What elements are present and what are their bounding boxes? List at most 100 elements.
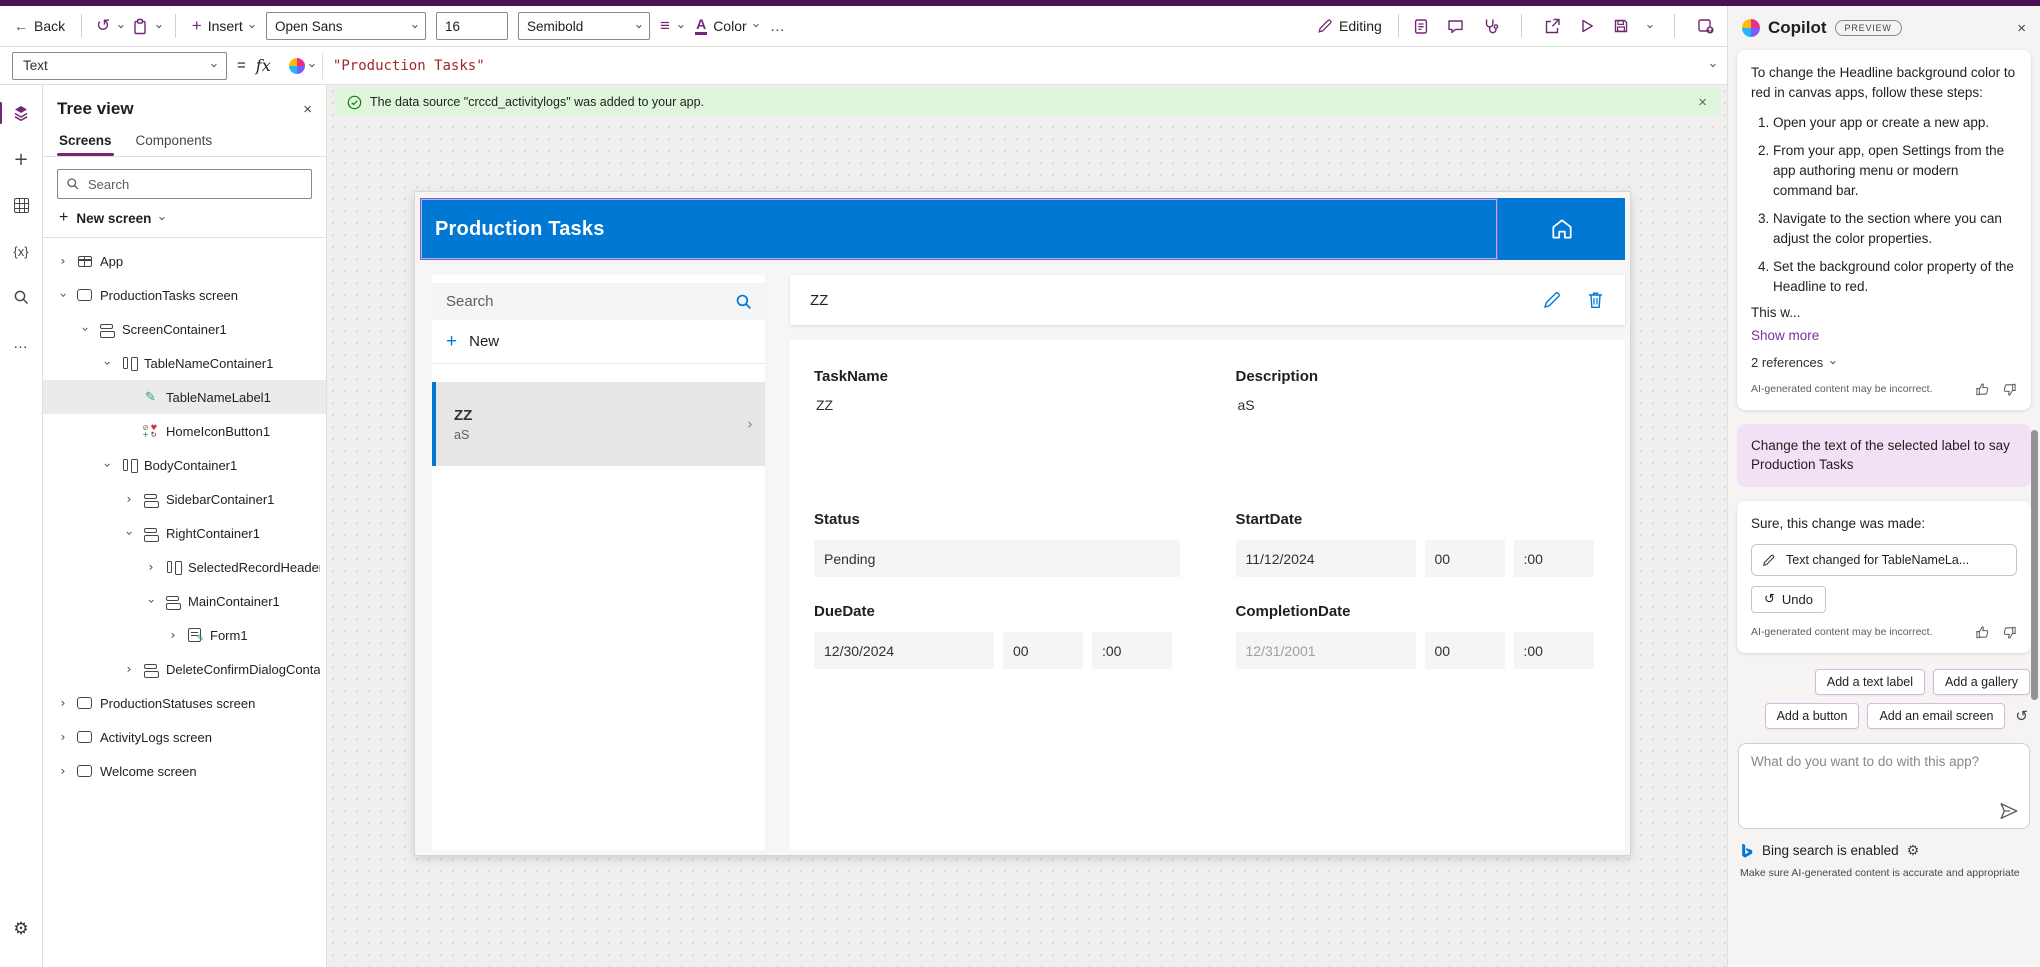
thumbs-down-icon[interactable] bbox=[2002, 625, 2017, 640]
chevron-right-icon[interactable]: › bbox=[57, 731, 69, 744]
copilot-scrollbar[interactable] bbox=[2031, 430, 2038, 700]
chevron-right-icon[interactable]: › bbox=[57, 765, 69, 778]
undo-button[interactable]: ↺ Undo bbox=[1751, 586, 1826, 613]
tree-item-app[interactable]: › App bbox=[43, 244, 326, 278]
app-checker-icon[interactable] bbox=[1413, 18, 1429, 35]
suggestion-add-gallery[interactable]: Add a gallery bbox=[1933, 669, 2030, 695]
editing-mode-button[interactable]: Editing bbox=[1315, 14, 1384, 38]
record-search-input[interactable] bbox=[444, 292, 735, 311]
references-toggle[interactable]: 2 references › bbox=[1751, 355, 2017, 370]
tree-search-input[interactable] bbox=[86, 176, 303, 193]
tree-item-maincontainer1[interactable]: › MainContainer1 bbox=[43, 584, 326, 618]
tree-item-sidebarcontainer1[interactable]: › SidebarContainer1 bbox=[43, 482, 326, 516]
tree-item-deleteconfirmdialog[interactable]: › DeleteConfirmDialogConta... bbox=[43, 652, 326, 686]
suggestion-add-email-screen[interactable]: Add an email screen bbox=[1867, 703, 2005, 729]
font-family-select[interactable]: Open Sans › bbox=[266, 12, 426, 40]
completiondate-date-input[interactable]: 12/31/2001 bbox=[1236, 632, 1416, 669]
formula-input[interactable]: "Production Tasks" bbox=[333, 58, 1700, 74]
text-alignment-icon[interactable]: ≡ bbox=[660, 16, 670, 36]
duedate-minute-input[interactable]: :00 bbox=[1092, 632, 1172, 669]
chevron-down-icon[interactable]: › bbox=[101, 459, 114, 471]
tree-item-form1[interactable]: › ✎ Form1 bbox=[43, 618, 326, 652]
publish-icon[interactable] bbox=[1697, 18, 1715, 35]
home-button[interactable] bbox=[1498, 198, 1625, 260]
font-size-input[interactable]: 16 bbox=[436, 12, 508, 40]
rail-tree-view-button[interactable] bbox=[5, 97, 37, 129]
chevron-down-icon[interactable]: › bbox=[674, 23, 687, 28]
tree-item-selectedrecordheader[interactable]: › SelectedRecordHeader... bbox=[43, 550, 326, 584]
chevron-down-icon[interactable]: › bbox=[123, 527, 136, 539]
share-icon[interactable] bbox=[1544, 18, 1561, 34]
rail-insert-button[interactable]: + bbox=[5, 143, 37, 175]
chevron-right-icon[interactable]: › bbox=[57, 255, 69, 268]
rail-data-button[interactable] bbox=[5, 189, 37, 221]
record-search-box[interactable] bbox=[432, 283, 765, 320]
tree-item-homeiconbutton1[interactable]: › ⊘♥+↻ HomeIconButton1 bbox=[43, 414, 326, 448]
chevron-right-icon[interactable]: › bbox=[167, 629, 179, 642]
chevron-down-icon[interactable]: › bbox=[114, 23, 127, 28]
startdate-hour-input[interactable]: 00 bbox=[1425, 540, 1505, 577]
duedate-hour-input[interactable]: 00 bbox=[1003, 632, 1083, 669]
tree-item-productionstatuses-screen[interactable]: › ProductionStatuses screen bbox=[43, 686, 326, 720]
chevron-down-icon[interactable]: › bbox=[152, 23, 165, 28]
chevron-right-icon[interactable]: › bbox=[145, 561, 157, 574]
formula-copilot-button[interactable]: › bbox=[281, 53, 323, 79]
startdate-date-input[interactable]: 11/12/2024 bbox=[1236, 540, 1416, 577]
duedate-date-input[interactable]: 12/30/2024 bbox=[814, 632, 994, 669]
close-icon[interactable]: × bbox=[2017, 20, 2026, 37]
chevron-down-icon[interactable]: › bbox=[101, 357, 114, 369]
record-list-item[interactable]: ZZ aS › bbox=[432, 382, 765, 466]
tree-search-box[interactable] bbox=[57, 169, 312, 199]
copilot-input-box[interactable] bbox=[1738, 743, 2030, 829]
description-value[interactable]: aS bbox=[1236, 397, 1602, 441]
chevron-down-icon[interactable]: › bbox=[79, 323, 92, 335]
change-summary-button[interactable]: Text changed for TableNameLa... bbox=[1751, 544, 2017, 576]
insert-button[interactable]: + Insert › bbox=[190, 12, 256, 40]
delete-record-button[interactable] bbox=[1586, 290, 1605, 310]
chevron-down-icon[interactable]: › bbox=[57, 289, 70, 301]
tree-item-activitylogs-screen[interactable]: › ActivityLogs screen bbox=[43, 720, 326, 754]
taskname-value[interactable]: ZZ bbox=[814, 397, 1180, 441]
gear-icon[interactable]: ⚙ bbox=[1907, 843, 1920, 859]
tree-item-tablenamecontainer1[interactable]: › TableNameContainer1 bbox=[43, 346, 326, 380]
back-button[interactable]: ← Back bbox=[12, 14, 67, 38]
close-icon[interactable]: × bbox=[303, 101, 312, 118]
chevron-right-icon[interactable]: › bbox=[123, 663, 135, 676]
edit-record-button[interactable] bbox=[1542, 290, 1562, 310]
rail-settings-button[interactable]: ⚙ bbox=[5, 913, 37, 945]
tree-item-tablenamelabel1[interactable]: › ✎ TableNameLabel1 bbox=[43, 380, 326, 414]
comments-icon[interactable] bbox=[1447, 18, 1464, 34]
rail-more-button[interactable]: … bbox=[5, 327, 37, 359]
table-name-label-selected[interactable]: Production Tasks bbox=[420, 198, 1498, 260]
app-screen[interactable]: Production Tasks + New ZZ aS › bbox=[415, 192, 1630, 855]
property-select[interactable]: Text › bbox=[12, 52, 227, 80]
tree-item-rightcontainer1[interactable]: › RightContainer1 bbox=[43, 516, 326, 550]
refresh-suggestions-icon[interactable]: ↺ bbox=[2013, 707, 2030, 725]
undo-icon[interactable]: ↺ bbox=[96, 16, 110, 36]
copilot-input[interactable] bbox=[1739, 744, 2029, 828]
paste-icon[interactable] bbox=[132, 18, 148, 35]
preview-play-icon[interactable] bbox=[1579, 18, 1595, 34]
startdate-minute-input[interactable]: :00 bbox=[1514, 540, 1594, 577]
tree-item-productiontasks-screen[interactable]: › ProductionTasks screen bbox=[43, 278, 326, 312]
show-more-link[interactable]: Show more bbox=[1751, 328, 2017, 343]
send-button[interactable] bbox=[1999, 802, 2019, 820]
tree-item-bodycontainer1[interactable]: › BodyContainer1 bbox=[43, 448, 326, 482]
completiondate-minute-input[interactable]: :00 bbox=[1514, 632, 1594, 669]
new-screen-button[interactable]: + New screen › bbox=[43, 199, 326, 238]
chevron-down-icon[interactable]: › bbox=[145, 595, 158, 607]
tree-item-welcome-screen[interactable]: › Welcome screen bbox=[43, 754, 326, 788]
tree-item-screencontainer1[interactable]: › ScreenContainer1 bbox=[43, 312, 326, 346]
color-button[interactable]: A Color › bbox=[693, 13, 760, 39]
chevron-right-icon[interactable]: › bbox=[123, 493, 135, 506]
thumbs-up-icon[interactable] bbox=[1975, 382, 1990, 397]
suggestion-add-button[interactable]: Add a button bbox=[1765, 703, 1860, 729]
formula-expand-chevron-icon[interactable]: › bbox=[1706, 63, 1719, 68]
app-monitor-icon[interactable] bbox=[1482, 18, 1499, 34]
thumbs-up-icon[interactable] bbox=[1975, 625, 1990, 640]
tab-components[interactable]: Components bbox=[134, 127, 215, 156]
rail-search-button[interactable] bbox=[5, 281, 37, 313]
thumbs-down-icon[interactable] bbox=[2002, 382, 2017, 397]
close-icon[interactable]: × bbox=[1698, 94, 1707, 111]
chevron-right-icon[interactable]: › bbox=[57, 697, 69, 710]
